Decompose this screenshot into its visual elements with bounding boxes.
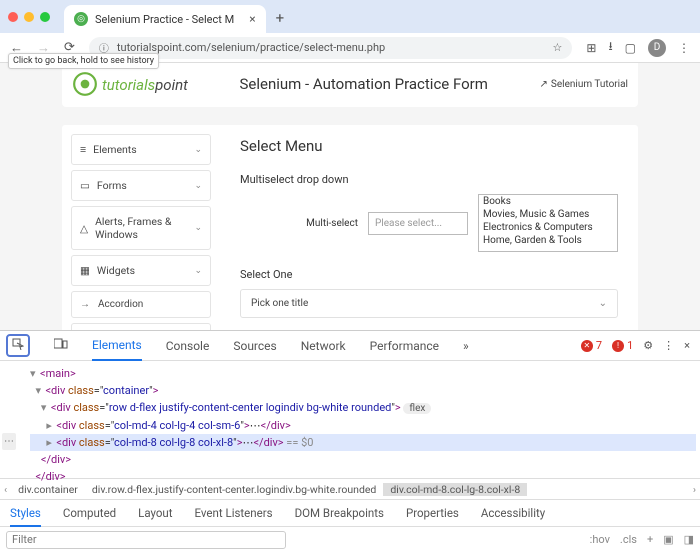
download-icon[interactable]: ⭳ [608, 37, 612, 58]
page-viewport: tutorialspoint Selenium - Automation Pra… [0, 63, 700, 330]
error-count[interactable]: ✕7 [581, 339, 602, 352]
tab-console[interactable]: Console [166, 339, 210, 353]
logo[interactable]: tutorialspoint [72, 71, 188, 97]
tab-elements[interactable]: Elements [92, 338, 142, 361]
maximize-window-icon[interactable] [40, 12, 50, 22]
tab-network[interactable]: Network [301, 339, 346, 353]
main-panel: Select Menu Multiselect drop down Multi-… [220, 125, 638, 330]
cls-toggle[interactable]: .cls [620, 533, 637, 546]
hov-toggle[interactable]: :hov [590, 533, 610, 546]
tab-styles[interactable]: Styles [10, 506, 41, 527]
bell-icon: △ [80, 222, 88, 235]
profile-avatar[interactable]: D [648, 39, 666, 57]
address-bar[interactable]: ⓘ tutorialspoint.com/selenium/practice/s… [89, 37, 572, 59]
sidebar-item-forms[interactable]: ▭Forms⌄ [71, 170, 211, 201]
list-item[interactable]: Books [479, 195, 617, 208]
sidebar-item-alerts[interactable]: △Alerts, Frames & Windows⌄ [71, 206, 211, 250]
chevron-down-icon: ⌄ [194, 181, 202, 191]
panel-icon[interactable]: ▢ [625, 41, 636, 55]
back-tooltip: Click to go back, hold to see history [8, 53, 159, 69]
tab-layout[interactable]: Layout [138, 506, 172, 520]
arrow-right-icon: → [80, 299, 90, 310]
gutter-actions-icon[interactable]: ⋯ [2, 433, 16, 450]
device-toolbar-button[interactable] [54, 338, 68, 353]
list-item[interactable]: Home, Garden & Tools [479, 234, 617, 247]
sidebar: ≡Elements⌄ ▭Forms⌄ △Alerts, Frames & Win… [62, 125, 220, 330]
chevron-down-icon: ⌄ [194, 266, 202, 276]
widget-icon: ▦ [80, 264, 90, 277]
list-item[interactable]: Movies, Music & Games [479, 208, 617, 221]
filter-input[interactable] [6, 531, 286, 549]
tutorial-link[interactable]: ↗ Selenium Tutorial [540, 79, 628, 90]
favicon-icon: ◎ [74, 12, 88, 26]
tab-close-icon[interactable]: × [249, 12, 255, 26]
chevron-down-icon: ⌄ [194, 223, 202, 233]
tab-event-listeners[interactable]: Event Listeners [195, 506, 273, 520]
browser-tab-strip: ◎ Selenium Practice - Select M × + [0, 0, 700, 33]
tab-sources[interactable]: Sources [233, 339, 276, 353]
form-icon: ▭ [80, 179, 90, 192]
multi-select-label: Multi-select [306, 218, 358, 229]
macos-window-controls [8, 12, 50, 22]
computed-panel-icon[interactable]: ▣ [663, 533, 673, 546]
sidebar-item-widgets[interactable]: ▦Widgets⌄ [71, 255, 211, 286]
chevron-down-icon: ⌄ [599, 298, 607, 309]
section-title: Select Menu [240, 137, 618, 155]
page-title: Selenium - Automation Practice Form [240, 75, 488, 93]
extensions-icon[interactable]: ⊞ [586, 41, 596, 55]
elements-tree[interactable]: ▾<main> ▾<div class="container"> ▾<div c… [0, 361, 700, 478]
select-one-dropdown[interactable]: Pick one title ⌄ [240, 289, 618, 318]
new-tab-button[interactable]: + [276, 9, 285, 27]
tab-accessibility[interactable]: Accessibility [481, 506, 545, 520]
multi-select-input[interactable]: Please select... [368, 212, 468, 235]
sidebar-sub-accordion[interactable]: →Accordion [71, 291, 211, 318]
crumb-scroll-left[interactable]: ‹ [0, 483, 11, 496]
devtools-panel: Elements Console Sources Network Perform… [0, 330, 700, 552]
tab-properties[interactable]: Properties [406, 506, 459, 520]
devtools-tab-bar: Elements Console Sources Network Perform… [0, 331, 700, 361]
list-item[interactable]: Electronics & Computers [479, 221, 617, 234]
warning-count[interactable]: !1 [612, 339, 633, 352]
select-one-heading: Select One [240, 268, 618, 281]
settings-icon[interactable]: ⚙ [643, 339, 653, 352]
logo-icon [72, 71, 98, 97]
content-card: ≡Elements⌄ ▭Forms⌄ △Alerts, Frames & Win… [62, 125, 638, 330]
inspect-element-button[interactable] [6, 334, 30, 357]
styles-tab-bar: Styles Computed Layout Event Listeners D… [0, 500, 700, 526]
url-text: tutorialspoint.com/selenium/practice/sel… [117, 41, 385, 54]
toggle-sidebar-icon[interactable]: ◨ [684, 533, 694, 546]
external-link-icon: ↗ [540, 79, 548, 90]
new-style-rule-button[interactable]: + [647, 533, 653, 546]
close-window-icon[interactable] [8, 12, 18, 22]
sidebar-item-elements[interactable]: ≡Elements⌄ [71, 134, 211, 165]
minimize-window-icon[interactable] [24, 12, 34, 22]
tab-title: Selenium Practice - Select M [95, 13, 234, 26]
multi-select-listbox[interactable]: Books Movies, Music & Games Electronics … [478, 194, 618, 252]
page-header: tutorialspoint Selenium - Automation Pra… [62, 63, 638, 107]
list-icon: ≡ [80, 143, 86, 156]
bookmark-icon[interactable]: ☆ [553, 41, 563, 54]
tab-performance[interactable]: Performance [370, 339, 439, 353]
devtools-close-icon[interactable]: × [684, 339, 690, 352]
devtools-menu-icon[interactable]: ⋮ [663, 339, 674, 352]
tab-dom-breakpoints[interactable]: DOM Breakpoints [295, 506, 384, 520]
browser-tab[interactable]: ◎ Selenium Practice - Select M × [64, 5, 266, 33]
tab-computed[interactable]: Computed [63, 506, 116, 520]
styles-filter-bar: :hov .cls + ▣ ◨ [0, 526, 700, 552]
sidebar-sub-autocomplete[interactable]: →Auto Complete [71, 323, 211, 330]
more-tabs-icon[interactable]: » [463, 339, 469, 353]
chevron-down-icon: ⌄ [194, 145, 202, 155]
chrome-menu-icon[interactable]: ⋮ [678, 41, 690, 55]
multiselect-heading: Multiselect drop down [240, 173, 618, 186]
